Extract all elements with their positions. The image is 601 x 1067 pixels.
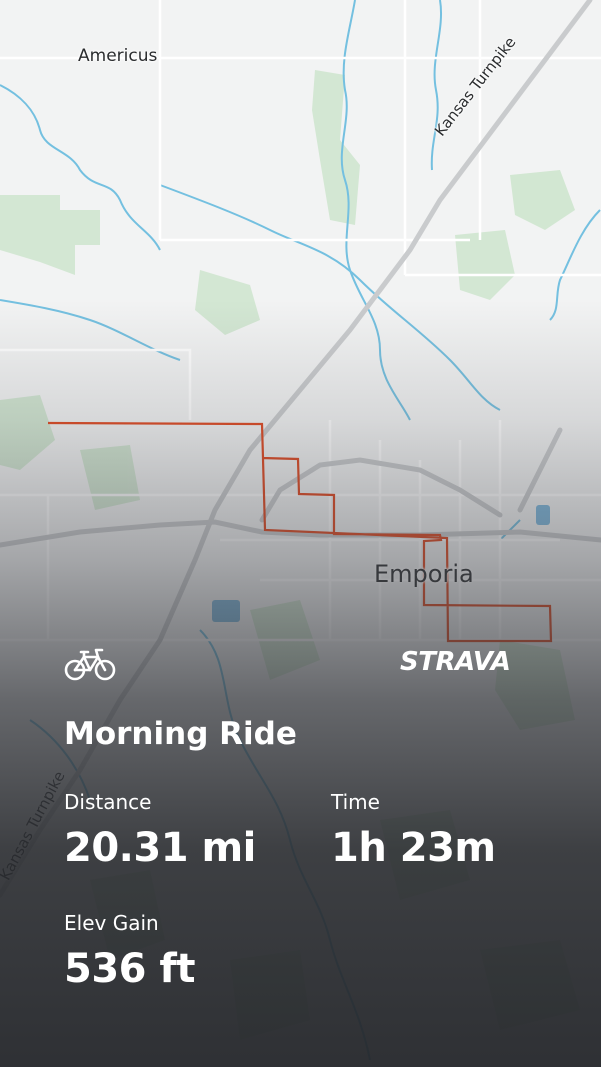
- map-label-emporia: Emporia: [374, 560, 474, 588]
- activity-title: Morning Ride: [64, 716, 297, 752]
- distance-value: 20.31 mi: [64, 825, 256, 871]
- elev-gain-label: Elev Gain: [64, 911, 159, 935]
- time-label: Time: [331, 790, 380, 814]
- time-value: 1h 23m: [331, 825, 496, 871]
- distance-label: Distance: [64, 790, 152, 814]
- strava-logo: STRAVA: [400, 647, 511, 677]
- bicycle-icon: [64, 646, 116, 682]
- map-label-americus: Americus: [78, 46, 158, 66]
- map-canvas[interactable]: [0, 0, 601, 1067]
- elev-gain-value: 536 ft: [64, 946, 195, 992]
